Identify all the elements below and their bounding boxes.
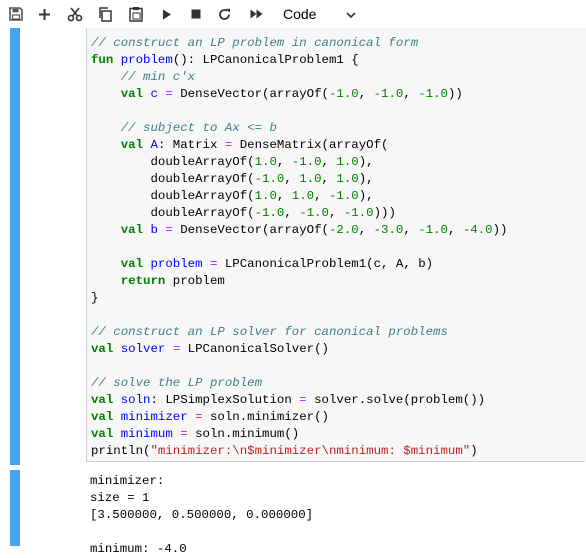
code-line: // construct an LP solver for canonical … (91, 325, 448, 339)
cell-type-select[interactable]: Code (273, 2, 365, 26)
fast-forward-icon[interactable] (245, 1, 267, 27)
code-line: // min c'x (120, 70, 196, 84)
code-line: doubleArrayOf(-1.0, 1.0, 1.0), (91, 172, 374, 186)
code-line: } (91, 291, 99, 305)
code-line: doubleArrayOf(1.0, -1.0, 1.0), (91, 155, 374, 169)
code-editor[interactable]: // construct an LP problem in canonical … (86, 28, 585, 462)
code-line: ​ (91, 358, 507, 375)
paste-icon[interactable] (126, 1, 146, 27)
output-line: size = 1 (90, 491, 150, 505)
notebook-toolbar: Code (0, 0, 586, 28)
code-line: ​ (91, 239, 507, 256)
copy-icon[interactable] (95, 1, 115, 27)
cell-output: minimizer: size = 1 [3.500000, 0.500000, 0… (90, 473, 313, 558)
code-line: // subject to Ax <= b (120, 121, 277, 135)
code-line: val minimum = soln.minimum() (91, 427, 300, 441)
stop-icon[interactable] (186, 1, 206, 27)
code-line: return problem (120, 274, 225, 288)
code-line: val soln: LPSimplexSolution = solver.sol… (91, 393, 486, 407)
code-line: // construct an LP problem in canonical … (91, 36, 419, 50)
input-prompt (20, 28, 86, 462)
run-icon[interactable] (157, 1, 177, 27)
output-line: minimum: -4.0 (90, 542, 187, 556)
code-line: val b = DenseVector(arrayOf(-2.0, -3.0, … (120, 223, 508, 237)
code-line: // solve the LP problem (91, 376, 263, 390)
save-icon[interactable] (6, 1, 26, 27)
code-line: ​ (91, 103, 507, 120)
chevron-down-icon (345, 8, 357, 24)
code-line: val minimizer = soln.minimizer() (91, 410, 329, 424)
code-line: fun problem(): LPCanonicalProblem1 { (91, 53, 359, 67)
output-selection-bar (10, 470, 20, 546)
output-line: minimizer: (90, 474, 165, 488)
code-line: val c = DenseVector(arrayOf(-1.0, -1.0, … (120, 87, 463, 101)
code-line: println("minimizer:\n$minimizer\nminimum… (91, 444, 478, 458)
cut-icon[interactable] (64, 1, 86, 27)
add-cell-icon[interactable] (34, 1, 54, 27)
code-line: ​ (91, 307, 507, 324)
restart-icon[interactable] (214, 1, 234, 27)
code-line: val solver = LPCanonicalSolver() (91, 342, 329, 356)
code-line: val A: Matrix = DenseMatrix(arrayOf( (120, 138, 389, 152)
cell-selection-bar (10, 28, 20, 465)
output-line: ​ (90, 524, 313, 541)
code-text[interactable]: // construct an LP problem in canonical … (91, 35, 507, 460)
code-line: doubleArrayOf(-1.0, -1.0, -1.0))) (91, 206, 396, 220)
code-line: val problem = LPCanonicalProblem1(c, A, … (120, 257, 434, 271)
cell-type-label: Code (283, 6, 317, 22)
code-line: doubleArrayOf(1.0, 1.0, -1.0), (91, 189, 374, 203)
output-line: [3.500000, 0.500000, 0.000000] (90, 508, 314, 522)
